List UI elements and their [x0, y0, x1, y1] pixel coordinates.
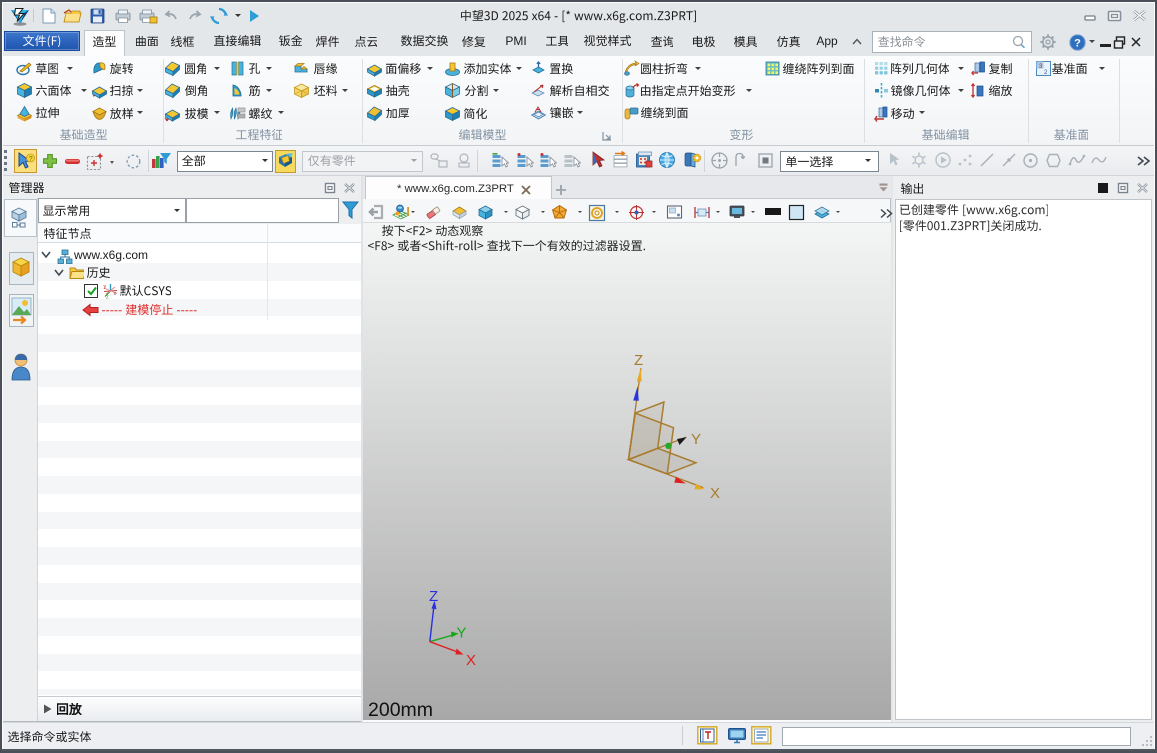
svg-text:?: ?: [29, 156, 33, 163]
svg-text:Z: Z: [634, 352, 643, 369]
svg-text:X: X: [710, 485, 720, 502]
svg-text:Y: Y: [457, 625, 467, 642]
svg-text:y: y: [104, 284, 107, 290]
svg-text:z: z: [106, 295, 109, 300]
svg-text:Z: Z: [429, 588, 438, 605]
svg-text:X: X: [466, 652, 476, 669]
svg-text:Y: Y: [691, 431, 701, 448]
svg-text:?: ?: [1074, 38, 1081, 50]
svg-text:x: x: [114, 291, 117, 297]
